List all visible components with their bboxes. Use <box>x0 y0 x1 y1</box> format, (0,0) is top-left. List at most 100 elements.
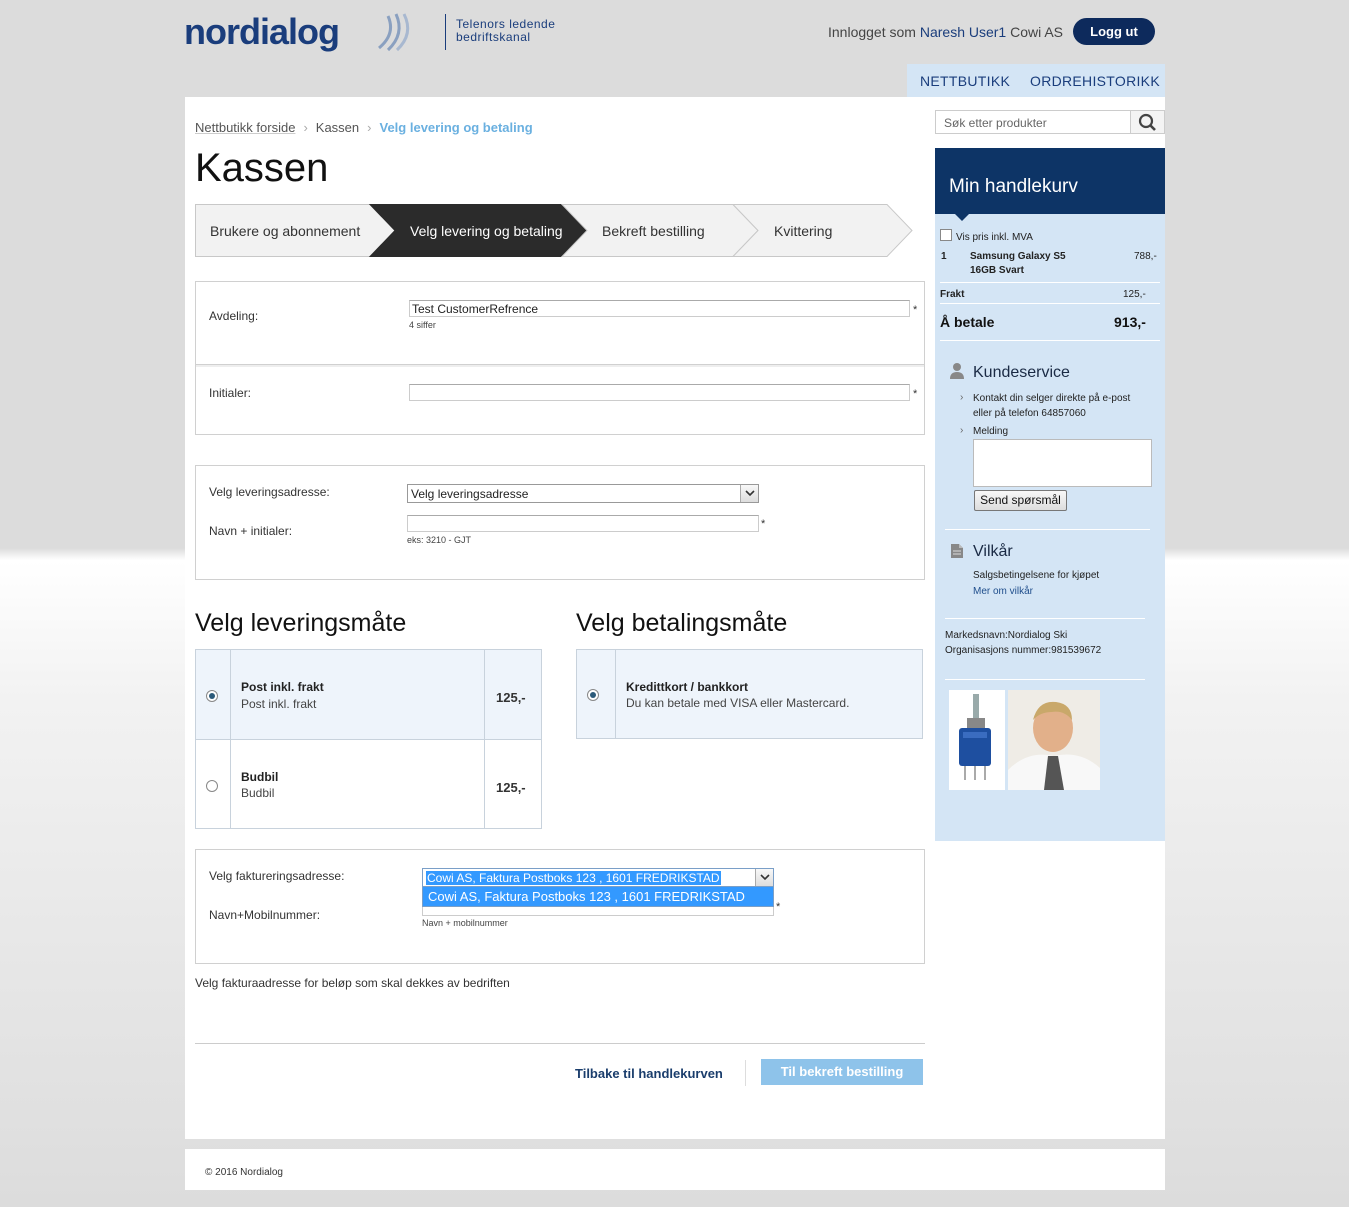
cart-item-variant: 16GB Svart <box>970 265 1024 276</box>
shipping-price: 125,- <box>1123 289 1146 300</box>
service-text-line1: Kontakt din selger direkte på e-post <box>973 393 1131 404</box>
delivery-post-radio[interactable] <box>206 690 218 702</box>
search-icon <box>1138 113 1156 131</box>
login-status: Innlogget som Naresh User1 Cowi AS <box>828 24 1063 40</box>
divider <box>945 618 1145 619</box>
department-input[interactable] <box>409 300 910 317</box>
switch-product-image[interactable] <box>949 690 1005 790</box>
breadcrumb-home-link[interactable]: Nettbutikk forside <box>195 120 295 135</box>
delivery-address-select[interactable]: Velg leveringsadresse <box>407 484 759 503</box>
breadcrumb-checkout-link[interactable]: Kassen <box>316 120 359 135</box>
logo-waves-icon <box>378 13 410 52</box>
delivery-address-label: Velg leveringsadresse: <box>209 485 330 499</box>
market-name: Markedsnavn:Nordialog Ski <box>945 630 1068 641</box>
chevron-down-icon[interactable] <box>740 485 758 502</box>
payment-method-heading: Velg betalingsmåte <box>576 609 788 637</box>
option-price: 125,- <box>496 690 526 705</box>
logout-button[interactable]: Logg ut <box>1073 18 1155 45</box>
option-name: Budbil <box>241 770 279 784</box>
total-price: 913,- <box>1114 314 1146 330</box>
product-search-input[interactable]: Søk etter produkter <box>935 110 1131 134</box>
department-hint: 4 siffer <box>409 320 436 330</box>
terms-link[interactable]: Mer om vilkår <box>973 586 1033 597</box>
name-initials-input[interactable] <box>407 515 759 532</box>
delivery-method-heading: Velg leveringsmåte <box>195 609 407 637</box>
message-label: Melding <box>973 426 1009 437</box>
cart-item-name: Samsung Galaxy S5 <box>970 251 1066 262</box>
divider <box>945 679 1145 680</box>
logo-text: nordialog <box>184 11 340 52</box>
step-receipt[interactable]: Kvittering <box>774 223 832 239</box>
user-icon <box>950 363 964 379</box>
divider <box>615 649 616 739</box>
delivery-courier-radio[interactable] <box>206 780 218 792</box>
logo[interactable]: nordialog <box>184 12 434 52</box>
org-number: Organisasjons nummer:981539672 <box>945 645 1102 656</box>
chevron-down-icon[interactable] <box>755 869 773 886</box>
service-text-line2: eller på telefon 64857060 <box>973 408 1086 419</box>
step-delivery-payment[interactable]: Velg levering og betaling <box>410 223 563 239</box>
delivery-option-courier[interactable] <box>195 739 542 829</box>
terms-text: Salgsbetingelsene for kjøpet <box>973 570 1100 581</box>
document-icon <box>951 544 963 558</box>
name-initials-hint: eks: 3210 - GJT <box>407 535 472 545</box>
nav-order-history[interactable]: ORDREHISTORIKK <box>1030 73 1160 89</box>
cart-notch <box>955 214 969 221</box>
delivery-address-selected: Velg leveringsadresse <box>411 487 529 501</box>
option-name: Kredittkort / bankkort <box>626 680 749 694</box>
required-mark: * <box>913 388 918 400</box>
cart-title: Min handlekurv <box>935 148 1165 214</box>
back-to-cart-link[interactable]: Tilbake til handlekurven <box>575 1066 723 1081</box>
billing-dropdown-option[interactable]: Cowi AS, Faktura Postboks 123 , 1601 FRE… <box>422 887 774 907</box>
option-desc: Du kan betale med VISA eller Mastercard. <box>626 696 850 710</box>
chevron-right-icon: › <box>960 425 964 436</box>
divider <box>940 303 1160 304</box>
chevron-right-icon: › <box>303 120 308 135</box>
nav-shop[interactable]: NETTBUTIKK <box>920 73 1010 89</box>
continue-button[interactable]: Til bekreft bestilling <box>761 1059 923 1085</box>
page-title: Kassen <box>195 146 329 190</box>
option-price: 125,- <box>496 780 526 795</box>
breadcrumb: Nettbutikk forside › Kassen › Velg levering … <box>195 120 533 135</box>
delivery-option-post[interactable] <box>195 649 542 740</box>
divider-shadow <box>196 365 924 367</box>
vat-checkbox-label: Vis pris inkl. MVA <box>956 232 1033 243</box>
option-name: Post inkl. frakt <box>241 680 324 694</box>
top-navigation: NETTBUTIKK ORDREHISTORIKK <box>907 64 1165 97</box>
total-label: Å betale <box>940 314 995 330</box>
billing-note: Velg fakturaadresse for beløp som skal d… <box>195 976 510 990</box>
billing-address-select[interactable]: Cowi AS, Faktura Postboks 123 , 1601 FRE… <box>422 868 774 887</box>
send-question-button[interactable]: Send spørsmål <box>974 490 1067 511</box>
vat-checkbox[interactable] <box>940 229 952 241</box>
divider <box>484 649 485 829</box>
divider <box>195 1043 925 1044</box>
option-desc: Post inkl. frakt <box>241 697 317 711</box>
cart-item-price: 788,- <box>1134 251 1157 262</box>
cart-item-qty: 1 <box>941 251 947 262</box>
initials-label: Initialer: <box>209 386 252 400</box>
tagline-line2: bedriftskanal <box>456 30 531 44</box>
divider <box>940 340 1160 341</box>
initials-input[interactable] <box>409 384 910 401</box>
divider <box>745 1060 746 1086</box>
logo-divider <box>445 14 446 50</box>
breadcrumb-current: Velg levering og betaling <box>379 120 533 135</box>
chevron-right-icon: › <box>960 392 964 403</box>
message-textarea[interactable] <box>973 439 1152 487</box>
step-confirm-order[interactable]: Bekreft bestilling <box>602 223 705 239</box>
billing-address-selected: Cowi AS, Faktura Postboks 123 , 1601 FRE… <box>426 871 721 885</box>
name-initials-label: Navn + initialer: <box>209 524 293 538</box>
terms-heading: Vilkår <box>973 543 1013 560</box>
step-users-subscriptions[interactable]: Brukere og abonnement <box>210 223 360 239</box>
user-name: Naresh User1 <box>919 24 1007 40</box>
payment-option-card[interactable] <box>576 649 923 739</box>
search-button[interactable] <box>1130 110 1165 134</box>
company-name: Cowi AS <box>1010 24 1064 40</box>
shipping-label: Frakt <box>940 289 965 300</box>
required-mark: * <box>761 518 766 530</box>
billing-address-label: Velg faktureringsadresse: <box>209 869 345 883</box>
payment-card-radio[interactable] <box>587 689 599 701</box>
login-prefix: Innlogget som <box>828 24 916 40</box>
checkout-steps: Brukere og abonnement Velg levering og b… <box>195 204 925 257</box>
footer: © 2016 Nordialog <box>185 1149 1165 1190</box>
